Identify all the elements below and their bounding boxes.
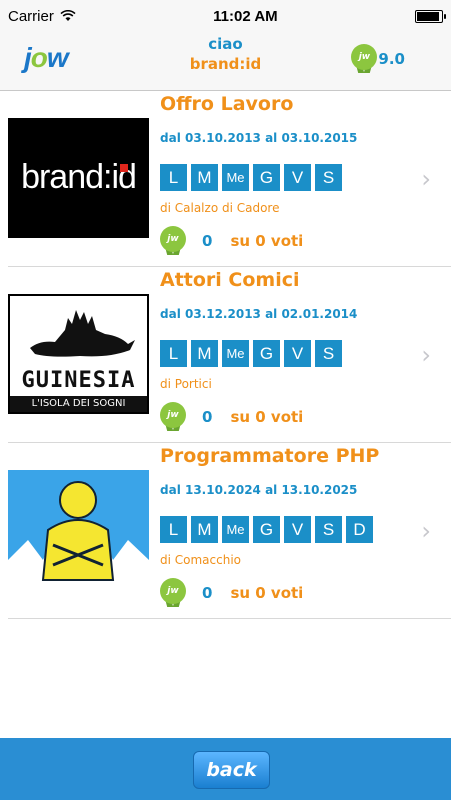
- carrier-label: Carrier: [8, 7, 54, 25]
- job-title: Offro Lavoro: [160, 93, 294, 115]
- list-item[interactable]: brand:id Offro Lavoro dal 03.10.2013 al …: [8, 91, 451, 267]
- bottom-toolbar: back: [0, 738, 451, 800]
- day-badge: G: [253, 516, 280, 543]
- nav-bar: jow ciao brand:id jw 9.0: [0, 32, 451, 91]
- rating-score: 0: [202, 232, 213, 250]
- day-badge: Me: [222, 516, 249, 543]
- score-value: 9.0: [378, 50, 405, 68]
- day-badge: L: [160, 340, 187, 367]
- rating-votes: su 0 voti: [230, 584, 304, 602]
- rating-votes: su 0 voti: [230, 408, 304, 426]
- job-dates: dal 13.10.2024 al 13.10.2025: [160, 483, 358, 497]
- list-item[interactable]: GUINESIA L'ISOLA DEI SOGNI Attori Comici…: [8, 267, 451, 443]
- day-badge: S: [315, 516, 342, 543]
- job-city: di Comacchio: [160, 553, 242, 567]
- status-bar: Carrier 11:02 AM: [0, 0, 451, 32]
- rating: jw 0 su 0 voti: [160, 402, 303, 432]
- day-badge: Me: [222, 164, 249, 191]
- chevron-right-icon: ›: [421, 165, 431, 193]
- thumb-subtitle: L'ISOLA DEI SOGNI: [10, 396, 147, 412]
- day-badge: G: [253, 340, 280, 367]
- medal-icon: jw: [160, 578, 186, 608]
- battery-icon: [414, 9, 446, 23]
- job-thumbnail: GUINESIA L'ISOLA DEI SOGNI: [8, 294, 149, 414]
- day-badge: S: [315, 164, 342, 191]
- job-thumbnail: brand:id: [8, 118, 149, 238]
- day-badge: G: [253, 164, 280, 191]
- job-title: Attori Comici: [160, 269, 300, 291]
- weekday-list: L M Me G V S D: [160, 516, 373, 543]
- weekday-list: L M Me G V S: [160, 164, 342, 191]
- back-button[interactable]: back: [193, 751, 270, 789]
- medal-icon: jw: [351, 44, 378, 74]
- job-dates: dal 03.10.2013 al 03.10.2015: [160, 131, 358, 145]
- day-badge: M: [191, 164, 218, 191]
- job-title: Programmatore PHP: [160, 445, 380, 467]
- job-city: di Portici: [160, 377, 212, 391]
- carrier-group: Carrier: [8, 8, 76, 25]
- day-badge: V: [284, 516, 311, 543]
- day-badge: S: [315, 340, 342, 367]
- island-illustration: [30, 310, 135, 357]
- rating-votes: su 0 voti: [230, 232, 304, 250]
- weekday-list: L M Me G V S: [160, 340, 342, 367]
- day-badge: M: [191, 340, 218, 367]
- day-badge: D: [346, 516, 373, 543]
- chevron-right-icon: ›: [421, 517, 431, 545]
- medal-icon: jw: [160, 402, 186, 432]
- day-badge: Me: [222, 340, 249, 367]
- job-dates: dal 03.12.2013 al 02.01.2014: [160, 307, 358, 321]
- day-badge: L: [160, 164, 187, 191]
- thumb-title: GUINESIA: [21, 368, 136, 393]
- rating: jw 0 su 0 voti: [160, 226, 303, 256]
- rating: jw 0 su 0 voti: [160, 578, 303, 608]
- thumb-brand-text: brand:id: [21, 158, 137, 196]
- day-badge: V: [284, 164, 311, 191]
- user-score[interactable]: jw 9.0: [351, 44, 405, 74]
- mascot-illustration: [8, 481, 149, 590]
- job-thumbnail: [8, 470, 149, 590]
- day-badge: L: [160, 516, 187, 543]
- status-time: 11:02 AM: [213, 7, 278, 25]
- day-badge: M: [191, 516, 218, 543]
- job-city: di Calalzo di Cadore: [160, 201, 280, 215]
- wifi-icon: [60, 10, 76, 21]
- medal-icon: jw: [160, 226, 186, 256]
- rating-score: 0: [202, 408, 213, 426]
- job-list: brand:id Offro Lavoro dal 03.10.2013 al …: [0, 91, 451, 619]
- list-item[interactable]: Programmatore PHP dal 13.10.2024 al 13.1…: [8, 443, 451, 619]
- chevron-right-icon: ›: [421, 341, 431, 369]
- day-badge: V: [284, 340, 311, 367]
- rating-score: 0: [202, 584, 213, 602]
